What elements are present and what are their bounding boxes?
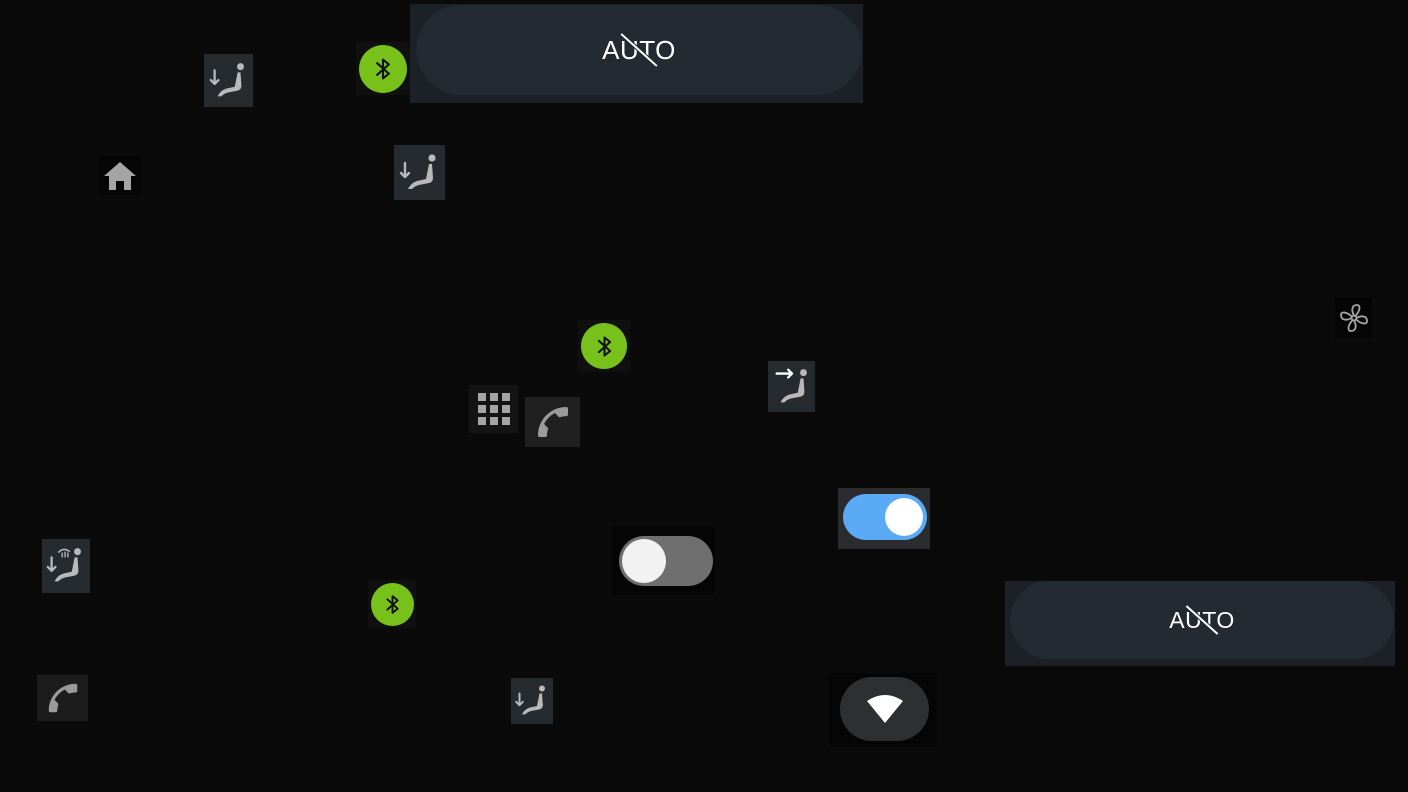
- seat-down-arrow-icon: [515, 681, 552, 721]
- auto-climate-button-top[interactable]: AUTO: [416, 5, 862, 95]
- toggle-switch-on[interactable]: [838, 488, 930, 549]
- seat-down-arrow-icon: [209, 58, 252, 104]
- seat-recline-button[interactable]: [511, 678, 553, 724]
- fan-icon: [1339, 304, 1368, 332]
- bluetooth-icon: [370, 582, 414, 626]
- phone-icon: [533, 402, 573, 442]
- home-icon: [104, 161, 136, 190]
- toggle-knob: [885, 498, 923, 536]
- apps-button[interactable]: [469, 385, 518, 433]
- bluetooth-button[interactable]: [356, 42, 410, 95]
- seat-heat-button[interactable]: [42, 539, 90, 593]
- seat-recline-button[interactable]: [394, 145, 445, 200]
- grid-icon: [477, 393, 510, 425]
- wifi-icon: [866, 695, 903, 723]
- bluetooth-button[interactable]: [578, 320, 630, 372]
- bluetooth-icon: [359, 44, 407, 93]
- seat-recline-button[interactable]: [204, 54, 253, 107]
- phone-button[interactable]: [37, 675, 88, 721]
- phone-button[interactable]: [525, 397, 580, 447]
- home-button[interactable]: [99, 156, 141, 195]
- seat-heat-icon: [46, 543, 89, 589]
- fan-button[interactable]: [1335, 298, 1372, 338]
- auto-climate-button-bottom[interactable]: AUTO: [1010, 581, 1394, 659]
- auto-off-label: AUTO: [602, 33, 676, 67]
- seat-down-arrow-icon: [399, 149, 444, 197]
- seat-right-arrow-icon: [775, 368, 815, 410]
- toggle-switch-off[interactable]: [612, 526, 715, 595]
- phone-icon: [44, 679, 82, 717]
- bluetooth-button[interactable]: [368, 580, 416, 628]
- toggle-knob: [622, 539, 666, 583]
- auto-climate-panel-top: AUTO: [410, 4, 863, 103]
- wifi-pill: [840, 677, 929, 741]
- auto-climate-panel-bottom: AUTO: [1005, 581, 1395, 666]
- seat-slide-button[interactable]: [768, 361, 815, 412]
- wifi-button[interactable]: [829, 673, 937, 747]
- auto-off-label: AUTO: [1169, 605, 1234, 635]
- bluetooth-icon: [581, 323, 627, 369]
